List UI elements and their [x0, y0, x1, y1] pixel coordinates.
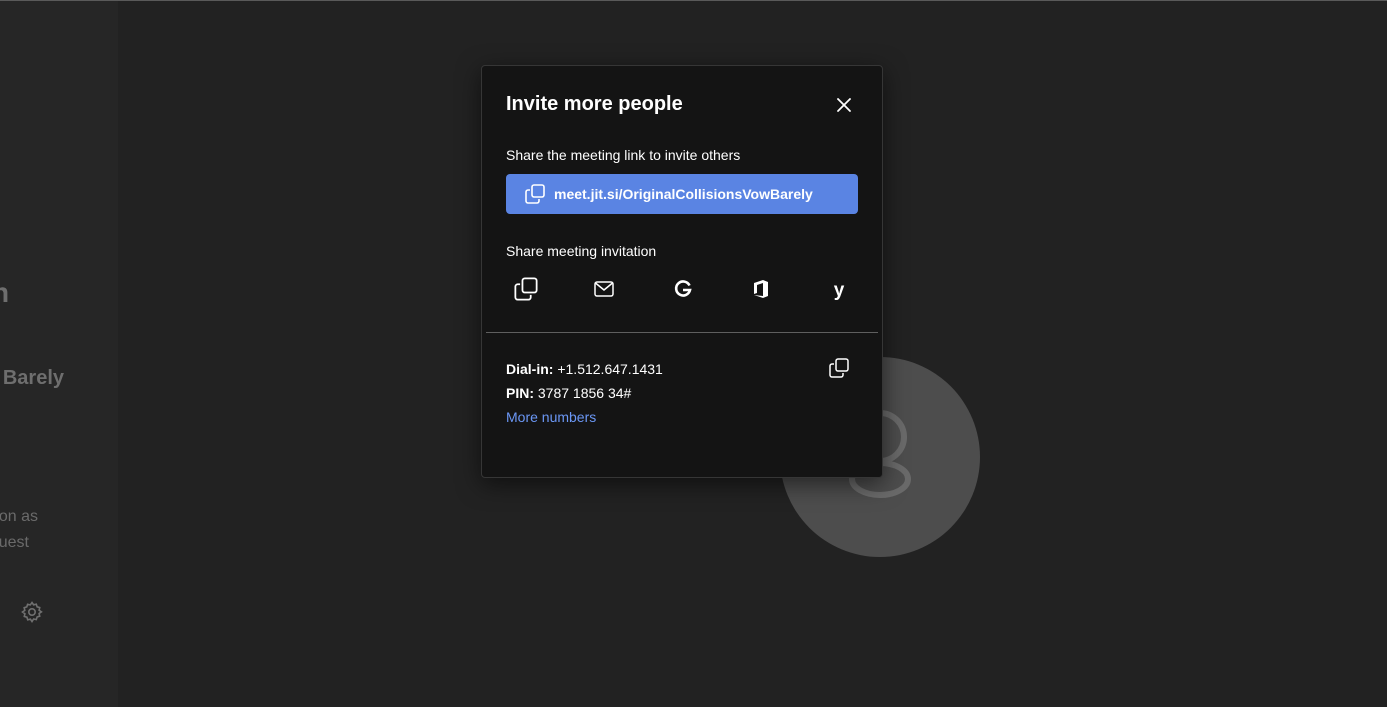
room-name: Barely	[2, 367, 64, 389]
close-icon[interactable]	[833, 94, 855, 116]
pin-line: PIN: 3787 1856 34#	[506, 385, 631, 401]
office-icon[interactable]	[748, 276, 774, 302]
guest-text: uest	[0, 534, 29, 551]
invite-dialog: Invite more people Share the meeting lin…	[481, 65, 883, 478]
prejoin-heading: n	[0, 277, 10, 308]
copy-invitation-icon[interactable]	[513, 276, 539, 302]
divider	[486, 332, 878, 333]
copy-dial-in-icon[interactable]	[828, 357, 850, 379]
gear-icon[interactable]	[20, 600, 44, 624]
copy-meeting-link-button[interactable]: meet.jit.si/OriginalCollisionsVowBarely	[506, 174, 858, 214]
pin-label: PIN:	[506, 385, 534, 401]
meeting-link: meet.jit.si/OriginalCollisionsVowBarely	[554, 186, 813, 202]
more-numbers-link[interactable]: More numbers	[506, 409, 596, 425]
pin-value: 3787 1856 34#	[537, 385, 632, 401]
dialog-title: Invite more people	[506, 93, 683, 115]
prejoin-left-panel: n Barely on as uest	[0, 1, 118, 707]
share-invitation-label: Share meeting invitation	[506, 243, 657, 259]
email-icon[interactable]	[591, 276, 617, 302]
dial-in-number: +1.512.647.1431	[557, 361, 663, 377]
google-icon[interactable]	[670, 276, 696, 302]
share-link-label: Share the meeting link to invite others	[506, 147, 741, 163]
yahoo-icon[interactable]: y	[826, 276, 852, 302]
dial-in-label: Dial-in:	[506, 361, 554, 377]
svg-text:y: y	[834, 280, 845, 301]
join-as-text: on as	[0, 508, 38, 525]
dial-in-line: Dial-in: +1.512.647.1431	[506, 361, 663, 377]
copy-icon	[524, 183, 546, 205]
